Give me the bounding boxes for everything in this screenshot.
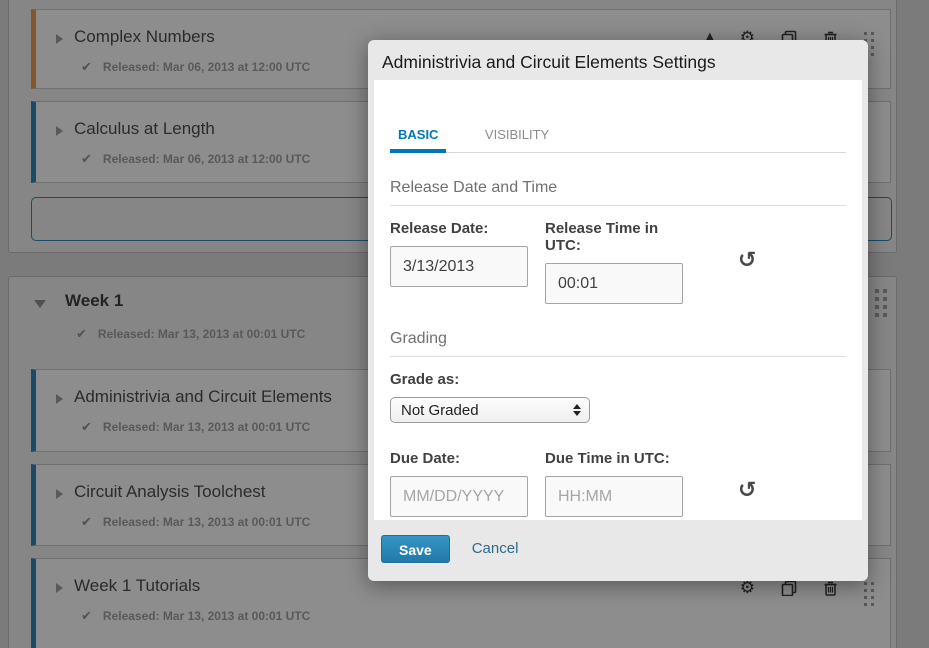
- tab-basic[interactable]: BASIC: [390, 127, 446, 152]
- release-reset: [738, 220, 756, 272]
- release-date-field: Release Date:: [390, 220, 528, 287]
- release-fields-row: Release Date: Release Time in UTC:: [390, 220, 846, 304]
- tab-visibility[interactable]: VISIBILITY: [477, 127, 557, 152]
- save-button[interactable]: Save: [381, 535, 450, 563]
- modal-tabs: BASIC VISIBILITY: [390, 126, 846, 153]
- release-time-label: Release Time in UTC:: [545, 220, 683, 254]
- modal-footer: Save Cancel: [368, 520, 868, 581]
- due-time-input[interactable]: [545, 476, 683, 517]
- grade-select[interactable]: Not Graded: [390, 397, 590, 423]
- due-reset: [738, 450, 756, 502]
- settings-modal: Administrivia and Circuit Elements Setti…: [368, 40, 868, 581]
- reset-due-icon[interactable]: [738, 480, 756, 502]
- due-fields-row: Due Date: Due Time in UTC:: [390, 450, 846, 517]
- course-outline-page: Complex Numbers Released: Mar 06, 2013 a…: [0, 0, 929, 648]
- release-time-field: Release Time in UTC:: [545, 220, 683, 304]
- release-date-label: Release Date:: [390, 220, 528, 237]
- due-date-label: Due Date:: [390, 450, 528, 467]
- grading-section-heading: Grading: [390, 330, 846, 357]
- release-section-heading: Release Date and Time: [390, 179, 846, 206]
- due-date-field: Due Date:: [390, 450, 528, 517]
- due-date-input[interactable]: [390, 476, 528, 517]
- grade-as-label: Grade as:: [390, 371, 846, 388]
- modal-title: Administrivia and Circuit Elements Setti…: [368, 40, 868, 73]
- due-time-label: Due Time in UTC:: [545, 450, 683, 467]
- release-date-input[interactable]: [390, 246, 528, 287]
- cancel-button[interactable]: Cancel: [472, 535, 519, 557]
- release-time-input[interactable]: [545, 263, 683, 304]
- reset-release-icon[interactable]: [738, 250, 756, 272]
- due-time-field: Due Time in UTC:: [545, 450, 683, 517]
- select-stepper-icon: [573, 404, 581, 416]
- modal-content: BASIC VISIBILITY Release Date and Time R…: [374, 80, 862, 520]
- grade-select-value: Not Graded: [401, 402, 573, 419]
